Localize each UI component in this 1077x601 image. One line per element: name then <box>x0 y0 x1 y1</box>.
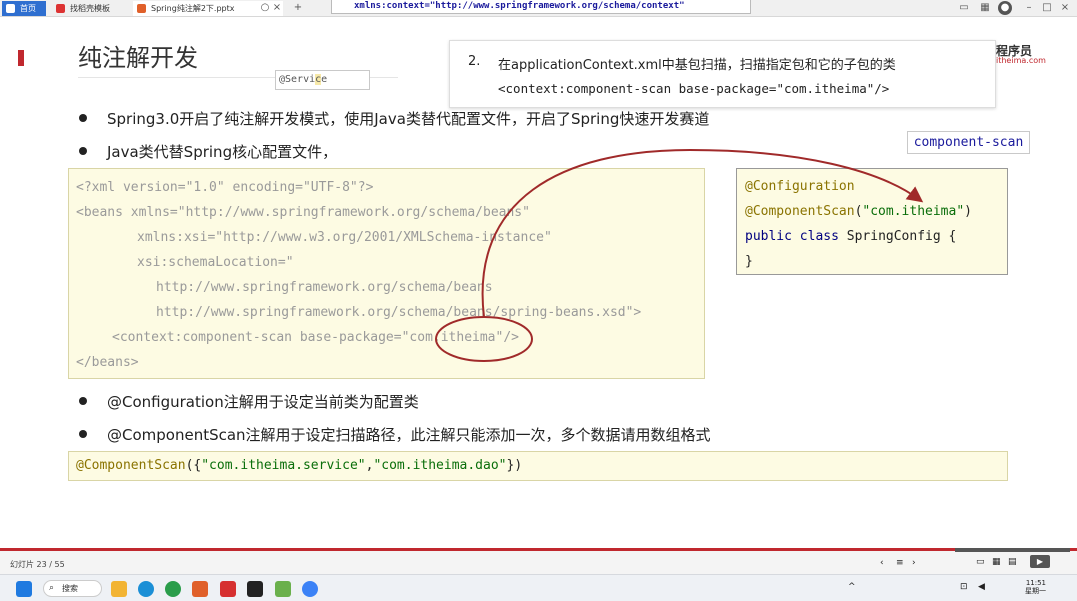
clock-time: 11:51 <box>1025 579 1046 587</box>
progress-strip <box>955 548 1070 552</box>
string-token: "com.itheima.dao" <box>373 458 507 473</box>
status-bar: 幻灯片 23 / 55 ‹ ≡ › ▭ ▦ ▤ ▶ <box>0 548 1077 574</box>
tray-chevron-icon[interactable]: ^ <box>848 582 856 592</box>
prev-icon[interactable]: ‹ <box>880 558 884 568</box>
brace-token: }) <box>506 458 523 473</box>
normal-view-icon[interactable]: ▭ <box>976 557 985 567</box>
taskbar: ⌕ 搜索 ^ ⊡ ◀ 11:51 星期一 <box>0 574 1077 601</box>
folder-icon[interactable] <box>111 581 127 597</box>
network-icon[interactable]: ⊡ <box>960 582 968 592</box>
clock-date: 星期一 <box>1025 587 1046 595</box>
idea-icon[interactable] <box>247 581 263 597</box>
bullet-text: @Configuration注解用于设定当前类为配置类 <box>107 393 419 411</box>
page-indicator: 幻灯片 23 / 55 <box>10 560 65 569</box>
next-icon[interactable]: › <box>912 558 916 568</box>
app-icon[interactable] <box>165 581 181 597</box>
volume-icon[interactable]: ◀ <box>978 582 985 592</box>
string-token: "com.itheima.service" <box>201 458 366 473</box>
annotation-overlay <box>435 148 924 362</box>
taskbar-search[interactable]: ⌕ 搜索 <box>43 580 102 597</box>
reading-view-icon[interactable]: ▤ <box>1008 557 1017 567</box>
edge-icon[interactable] <box>138 581 154 597</box>
clock[interactable]: 11:51 星期一 <box>1025 579 1046 595</box>
brace-token: ({ <box>185 458 202 473</box>
search-label: 搜索 <box>62 584 78 593</box>
bullet-dot <box>79 430 87 438</box>
menu-icon[interactable]: ≡ <box>896 558 904 568</box>
code-line: @ComponentScan({"com.itheima.service","c… <box>76 458 522 473</box>
windows-start-icon[interactable] <box>16 581 32 597</box>
arrow-curve <box>481 148 924 318</box>
wps-icon[interactable] <box>220 581 236 597</box>
search-icon: ⌕ <box>49 583 55 593</box>
bullet-dot <box>79 397 87 405</box>
chat-icon[interactable] <box>302 581 318 597</box>
sorter-view-icon[interactable]: ▦ <box>992 557 1001 567</box>
annotation-token: @ComponentScan <box>76 458 186 473</box>
tool-icon[interactable] <box>275 581 291 597</box>
play-button[interactable]: ▶ <box>1030 555 1050 568</box>
array-code-block: @ComponentScan({"com.itheima.service","c… <box>68 451 1008 481</box>
ppt-taskbar-icon[interactable] <box>192 581 208 597</box>
highlight-ellipse <box>435 316 533 362</box>
bullet-text: @ComponentScan注解用于设定扫描路径，此注解只能添加一次，多个数据请… <box>107 426 711 444</box>
